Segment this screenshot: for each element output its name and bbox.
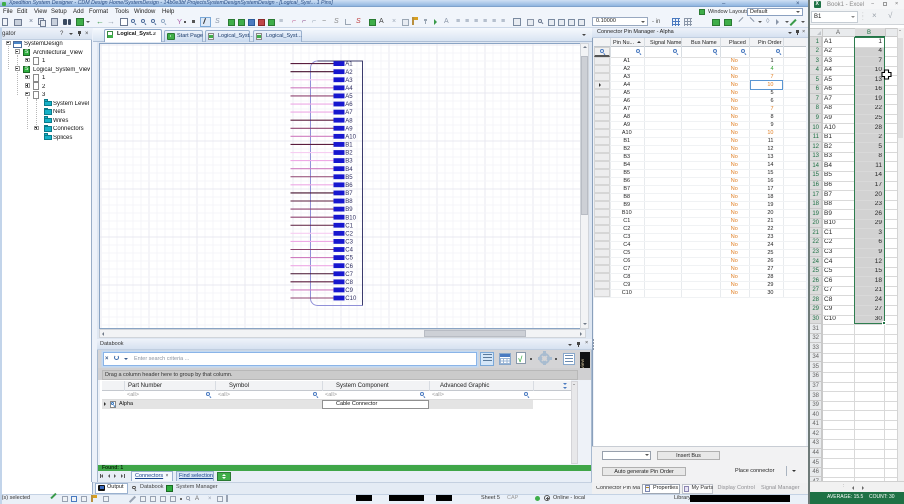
svg-text:B7: B7 (345, 191, 353, 197)
svg-text:B9: B9 (345, 207, 353, 213)
svg-text:C4: C4 (345, 248, 353, 254)
svg-text:A1: A1 (345, 62, 353, 68)
svg-text:A10: A10 (345, 134, 356, 140)
svg-text:B10: B10 (345, 215, 356, 221)
svg-text:A2: A2 (345, 70, 353, 76)
svg-text:C3: C3 (345, 240, 353, 246)
svg-text:B3: B3 (345, 159, 353, 165)
svg-text:C1: C1 (345, 223, 353, 229)
svg-text:B8: B8 (345, 199, 353, 205)
svg-text:A9: A9 (345, 126, 353, 132)
svg-text:A4: A4 (345, 86, 353, 92)
svg-text:B6: B6 (345, 183, 353, 189)
svg-text:B2: B2 (345, 151, 353, 157)
svg-text:C6: C6 (345, 264, 353, 270)
svg-text:C2: C2 (345, 231, 353, 237)
svg-text:C7: C7 (345, 272, 353, 278)
svg-text:A3: A3 (345, 78, 353, 84)
svg-text:B5: B5 (345, 175, 353, 181)
svg-text:C10: C10 (345, 296, 357, 302)
svg-text:A8: A8 (345, 118, 353, 124)
svg-text:B4: B4 (345, 167, 353, 173)
svg-text:B1: B1 (345, 143, 353, 149)
svg-text:A7: A7 (345, 110, 353, 116)
svg-text:A5: A5 (345, 94, 353, 100)
svg-text:C5: C5 (345, 256, 353, 262)
svg-text:C9: C9 (345, 288, 353, 294)
svg-text:A6: A6 (345, 102, 353, 108)
svg-text:C8: C8 (345, 280, 353, 286)
